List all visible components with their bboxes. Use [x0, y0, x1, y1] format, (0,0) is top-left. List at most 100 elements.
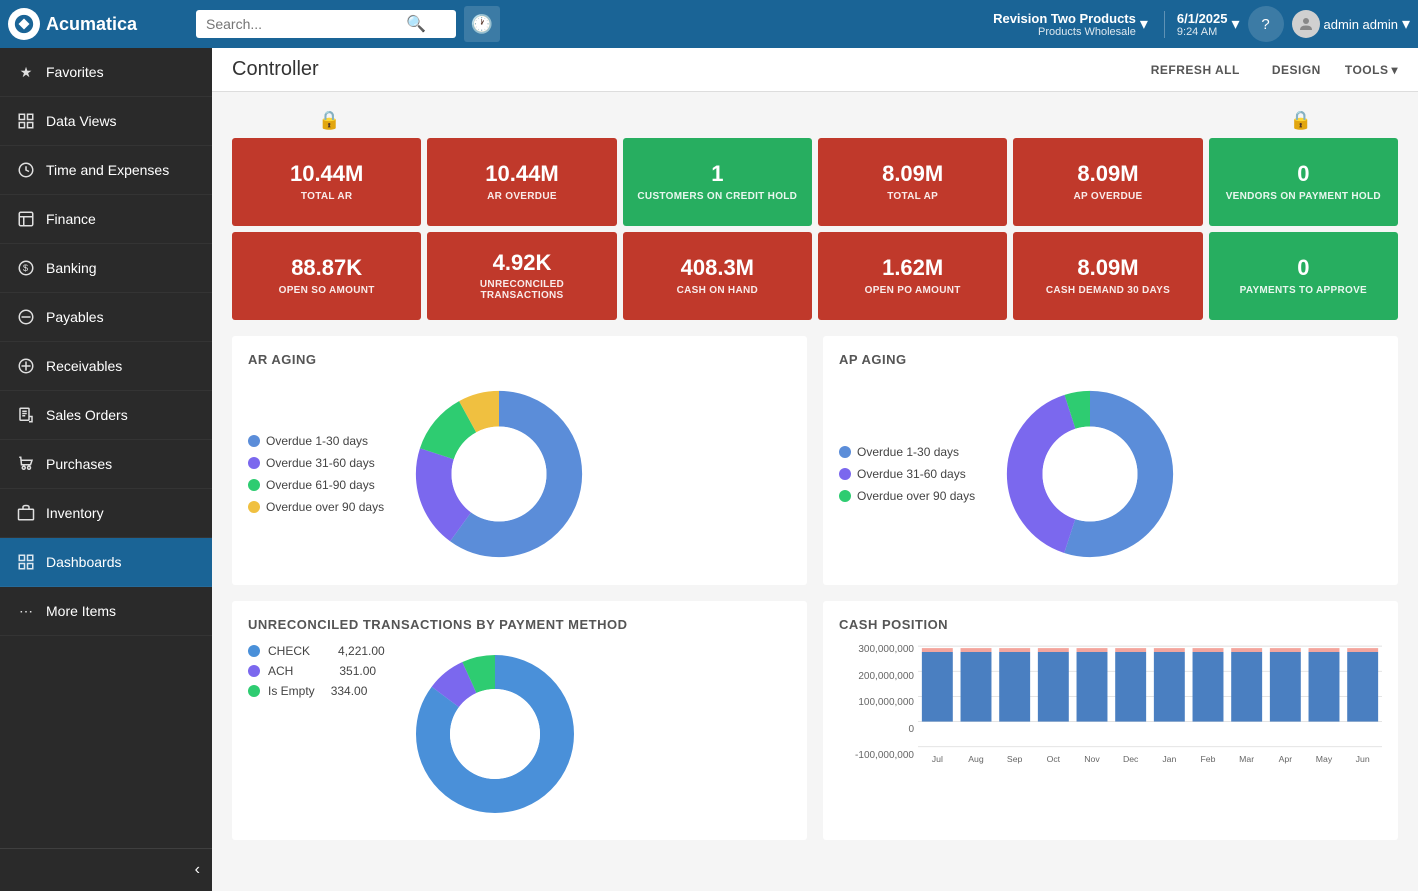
svg-text:Sep: Sep [1007, 754, 1023, 764]
kpi-label: OPEN SO AMOUNT [279, 285, 375, 296]
check-value: 4,221.00 [338, 644, 385, 658]
kpi-row-2: 88.87K OPEN SO AMOUNT 4.92K UNRECONCILED… [232, 232, 1398, 320]
kpi-value: 1 [711, 162, 723, 186]
sidebar-item-label: Data Views [46, 113, 117, 129]
sidebar-item-label: Time and Expenses [46, 162, 169, 178]
company-selector[interactable]: Revision Two Products Products Wholesale… [993, 11, 1148, 38]
date-selector[interactable]: 6/1/2025 9:24 AM ▾ [1164, 11, 1240, 38]
kpi-card-row1-1[interactable]: 10.44M AR OVERDUE [427, 138, 616, 226]
user-avatar [1292, 10, 1320, 38]
main-content: Controller REFRESH ALL DESIGN TOOLS ▾ 🔒 … [212, 48, 1418, 891]
sidebar-item-purchases[interactable]: Purchases [0, 440, 212, 489]
kpi-value: 10.44M [485, 162, 558, 186]
sidebar-item-inventory[interactable]: Inventory [0, 489, 212, 538]
legend-label-1: Overdue 1-30 days [266, 434, 368, 448]
inventory-icon [16, 503, 36, 523]
content-header: Controller REFRESH ALL DESIGN TOOLS ▾ [212, 48, 1418, 92]
kpi-card-row1-5[interactable]: 0 VENDORS ON PAYMENT HOLD [1209, 138, 1398, 226]
legend-dot-2 [248, 457, 260, 469]
favorites-icon: ★ [16, 62, 36, 82]
date-info: 6/1/2025 9:24 AM [1177, 11, 1228, 38]
unreconciled-content: CHECK 4,221.00 ACH 351.00 Is Empty [248, 644, 791, 824]
sidebar-item-banking[interactable]: $ Banking [0, 244, 212, 293]
kpi-card-row2-5[interactable]: 0 PAYMENTS TO APPROVE [1209, 232, 1398, 320]
sidebar-item-more-items[interactable]: ⋯ More Items [0, 587, 212, 636]
sidebar-item-label: Finance [46, 211, 96, 227]
empty-value: 334.00 [331, 684, 368, 698]
company-info: Revision Two Products Products Wholesale [993, 11, 1136, 38]
svg-text:Jun: Jun [1356, 754, 1370, 764]
cash-chart-content: 300,000,000 200,000,000 100,000,000 0 -1… [839, 644, 1382, 779]
sidebar-item-label: Inventory [46, 505, 104, 521]
sidebar-item-receivables[interactable]: Receivables [0, 342, 212, 391]
refresh-all-button[interactable]: REFRESH ALL [1143, 59, 1248, 81]
lock-icon-1: 🔒 [318, 110, 340, 131]
date-display: 6/1/2025 [1177, 11, 1228, 26]
sidebar-item-favorites[interactable]: ★ Favorites [0, 48, 212, 97]
sales-orders-icon [16, 405, 36, 425]
more-items-icon: ⋯ [16, 601, 36, 621]
user-area[interactable]: admin admin ▾ [1292, 10, 1410, 38]
kpi-value: 1.62M [882, 256, 943, 280]
kpi-card-row1-2[interactable]: 1 CUSTOMERS ON CREDIT HOLD [623, 138, 812, 226]
kpi-card-row1-4[interactable]: 8.09M AP OVERDUE [1013, 138, 1202, 226]
cash-position-chart: CASH POSITION 300,000,000 200,000,000 10… [823, 601, 1398, 840]
sidebar-item-sales-orders[interactable]: Sales Orders [0, 391, 212, 440]
check-label: CHECK [268, 644, 310, 658]
kpi-card-row1-3[interactable]: 8.09M TOTAL AP [818, 138, 1007, 226]
legend-item-3: Overdue 61-90 days [248, 478, 384, 492]
kpi-value: 0 [1297, 162, 1309, 186]
svg-text:Oct: Oct [1047, 754, 1061, 764]
sidebar-item-data-views[interactable]: Data Views [0, 97, 212, 146]
help-button[interactable]: ? [1248, 6, 1284, 42]
sidebar-item-payables[interactable]: Payables [0, 293, 212, 342]
sidebar-item-label: More Items [46, 603, 116, 619]
kpi-card-row2-4[interactable]: 8.09M CASH DEMAND 30 DAYS [1013, 232, 1202, 320]
sidebar: ★ Favorites Data Views Time and Expenses… [0, 48, 212, 891]
empty-label: Is Empty [268, 684, 315, 698]
ap-aging-content: Overdue 1-30 days Overdue 31-60 days Ove… [839, 379, 1382, 569]
ach-value: 351.00 [339, 664, 376, 678]
sidebar-item-dashboards[interactable]: Dashboards [0, 538, 212, 587]
search-input[interactable] [206, 16, 406, 32]
search-bar[interactable]: 🔍 [196, 10, 456, 38]
ap-aging-chart: AP AGING Overdue 1-30 days Overdue 31-60… [823, 336, 1398, 585]
sidebar-item-time-expenses[interactable]: Time and Expenses [0, 146, 212, 195]
legend-item-2: Overdue 31-60 days [248, 456, 384, 470]
kpi-card-row1-0[interactable]: 10.44M TOTAL AR [232, 138, 421, 226]
sidebar-item-finance[interactable]: Finance [0, 195, 212, 244]
history-button[interactable]: 🕐 [464, 6, 500, 42]
sidebar-item-label: Payables [46, 309, 104, 325]
sidebar-collapse-button[interactable]: ‹ [0, 848, 212, 891]
y-label-5: -100,000,000 [839, 750, 914, 761]
y-label-3: 100,000,000 [839, 697, 914, 708]
user-chevron-icon: ▾ [1402, 14, 1410, 34]
kpi-card-row2-1[interactable]: 4.92K UNRECONCILED TRANSACTIONS [427, 232, 616, 320]
y-label-1: 300,000,000 [839, 644, 914, 655]
unreconciled-legend: CHECK 4,221.00 ACH 351.00 Is Empty [248, 644, 385, 698]
ap-legend-label-1: Overdue 1-30 days [857, 445, 959, 459]
kpi-label: VENDORS ON PAYMENT HOLD [1226, 191, 1381, 202]
company-sub: Products Wholesale [993, 26, 1136, 38]
kpi-card-row2-3[interactable]: 1.62M OPEN PO AMOUNT [818, 232, 1007, 320]
kpi-label: AP OVERDUE [1074, 191, 1143, 202]
payment-legend-ach: ACH 351.00 [248, 664, 385, 678]
ach-dot [248, 665, 260, 677]
kpi-value: 4.92K [493, 251, 552, 275]
design-button[interactable]: DESIGN [1264, 59, 1329, 81]
ar-aging-content: Overdue 1-30 days Overdue 31-60 days Ove… [248, 379, 791, 569]
kpi-card-row2-0[interactable]: 88.87K OPEN SO AMOUNT [232, 232, 421, 320]
bar-chart-svg-container: Jul Aug Sep Oct Nov Dec Jan Feb Mar Apr [918, 644, 1382, 779]
kpi-card-row2-2[interactable]: 408.3M CASH ON HAND [623, 232, 812, 320]
ar-aging-donut [404, 379, 594, 569]
kpi-row-1: 10.44M TOTAL AR 10.44M AR OVERDUE 1 CUST… [232, 138, 1398, 226]
time-expenses-icon [16, 160, 36, 180]
search-icon[interactable]: 🔍 [406, 14, 426, 34]
finance-icon [16, 209, 36, 229]
help-icon: ? [1261, 16, 1269, 33]
svg-text:Aug: Aug [968, 754, 984, 764]
kpi-label: TOTAL AR [301, 191, 352, 202]
y-label-4: 0 [839, 724, 914, 735]
legend-dot-1 [248, 435, 260, 447]
tools-button[interactable]: TOOLS ▾ [1345, 63, 1398, 77]
